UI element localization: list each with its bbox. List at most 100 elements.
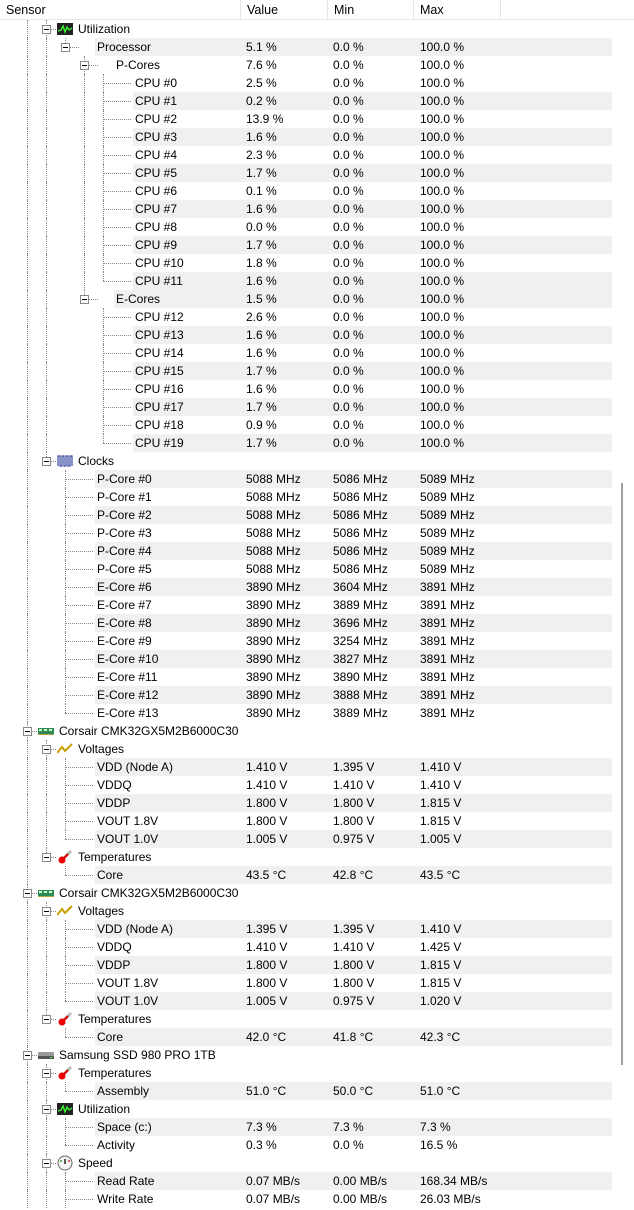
collapse-toggle[interactable]: [42, 907, 51, 916]
sensor-row[interactable]: VDDQ 1.410 V 1.410 V 1.410 V: [0, 776, 612, 794]
sensor-row[interactable]: CPU #14 1.6 % 0.0 % 100.0 %: [0, 344, 612, 362]
sensor-row[interactable]: P-Core #5 5088 MHz 5086 MHz 5089 MHz: [0, 560, 612, 578]
collapse-toggle[interactable]: [42, 853, 51, 862]
tree-group-row[interactable]: Temperatures: [0, 848, 612, 866]
collapse-toggle[interactable]: [42, 1159, 51, 1168]
sensor-row[interactable]: Core 42.0 °C 41.8 °C 42.3 °C: [0, 1028, 612, 1046]
sensor-row[interactable]: CPU #1 0.2 % 0.0 % 100.0 %: [0, 92, 612, 110]
sensor-row[interactable]: VOUT 1.8V 1.800 V 1.800 V 1.815 V: [0, 974, 612, 992]
sensor-row[interactable]: P-Core #3 5088 MHz 5086 MHz 5089 MHz: [0, 524, 612, 542]
column-min[interactable]: Min: [328, 0, 414, 20]
sensor-row[interactable]: CPU #18 0.9 % 0.0 % 100.0 %: [0, 416, 612, 434]
vertical-scrollbar[interactable]: [612, 20, 634, 1210]
sensor-row[interactable]: CPU #10 1.8 % 0.0 % 100.0 %: [0, 254, 612, 272]
sensor-row[interactable]: CPU #16 1.6 % 0.0 % 100.0 %: [0, 380, 612, 398]
sensor-row[interactable]: P-Core #4 5088 MHz 5086 MHz 5089 MHz: [0, 542, 612, 560]
collapse-toggle[interactable]: [80, 61, 89, 70]
sensor-row[interactable]: CPU #6 0.1 % 0.0 % 100.0 %: [0, 182, 612, 200]
sensor-row[interactable]: Read Rate 0.07 MB/s 0.00 MB/s 168.34 MB/s: [0, 1172, 612, 1190]
sensor-row[interactable]: Write Rate 0.07 MB/s 0.00 MB/s 26.03 MB/s: [0, 1190, 612, 1208]
sensor-row[interactable]: P-Core #0 5088 MHz 5086 MHz 5089 MHz: [0, 470, 612, 488]
min-cell: 0.0 %: [333, 58, 364, 72]
sensor-row[interactable]: CPU #19 1.7 % 0.0 % 100.0 %: [0, 434, 612, 452]
collapse-toggle[interactable]: [42, 1105, 51, 1114]
collapse-toggle[interactable]: [23, 889, 32, 898]
collapse-toggle[interactable]: [42, 1015, 51, 1024]
tree-group-row[interactable]: Voltages: [0, 902, 612, 920]
tree-group-row[interactable]: Speed: [0, 1154, 612, 1172]
sensor-row[interactable]: CPU #11 1.6 % 0.0 % 100.0 %: [0, 272, 612, 290]
value-cell: 3890 MHz: [246, 580, 301, 594]
tree-group-row[interactable]: Utilization: [0, 1100, 612, 1118]
sensor-row[interactable]: VDD (Node A) 1.410 V 1.395 V 1.410 V: [0, 758, 612, 776]
tree-line: [46, 38, 47, 56]
value-cell: 5.1 %: [246, 40, 277, 54]
sensor-row[interactable]: VOUT 1.0V 1.005 V 0.975 V 1.020 V: [0, 992, 612, 1010]
sensor-row[interactable]: E-Core #7 3890 MHz 3889 MHz 3891 MHz: [0, 596, 612, 614]
sensor-label: CPU #16: [135, 382, 184, 396]
sensor-row[interactable]: CPU #7 1.6 % 0.0 % 100.0 %: [0, 200, 612, 218]
sensor-row[interactable]: E-Core #11 3890 MHz 3890 MHz 3891 MHz: [0, 668, 612, 686]
sensor-row[interactable]: Core 43.5 °C 42.8 °C 43.5 °C: [0, 866, 612, 884]
sensor-row[interactable]: CPU #8 0.0 % 0.0 % 100.0 %: [0, 218, 612, 236]
sensor-row[interactable]: E-Core #12 3890 MHz 3888 MHz 3891 MHz: [0, 686, 612, 704]
collapse-toggle[interactable]: [61, 43, 70, 52]
sensor-row[interactable]: VOUT 1.0V 1.005 V 0.975 V 1.005 V: [0, 830, 612, 848]
tree-group-row[interactable]: E-Cores 1.5 % 0.0 % 100.0 %: [0, 290, 612, 308]
sensor-row[interactable]: E-Core #13 3890 MHz 3889 MHz 3891 MHz: [0, 704, 612, 722]
sensor-row[interactable]: CPU #5 1.7 % 0.0 % 100.0 %: [0, 164, 612, 182]
sensor-row[interactable]: VDD (Node A) 1.395 V 1.395 V 1.410 V: [0, 920, 612, 938]
sensor-row[interactable]: VDDP 1.800 V 1.800 V 1.815 V: [0, 794, 612, 812]
max-cell: 5089 MHz: [420, 544, 475, 558]
sensor-row[interactable]: E-Core #6 3890 MHz 3604 MHz 3891 MHz: [0, 578, 612, 596]
column-max[interactable]: Max: [414, 0, 501, 20]
sensor-row[interactable]: VOUT 1.8V 1.800 V 1.800 V 1.815 V: [0, 812, 612, 830]
tree-group-row[interactable]: Voltages: [0, 740, 612, 758]
min-cell: 3889 MHz: [333, 706, 388, 720]
column-value[interactable]: Value: [241, 0, 328, 20]
sensor-row[interactable]: CPU #9 1.7 % 0.0 % 100.0 %: [0, 236, 612, 254]
tree-group-row[interactable]: Corsair CMK32GX5M2B6000C30: [0, 884, 612, 902]
collapse-toggle[interactable]: [42, 1069, 51, 1078]
collapse-toggle[interactable]: [42, 457, 51, 466]
sensor-row[interactable]: CPU #15 1.7 % 0.0 % 100.0 %: [0, 362, 612, 380]
collapse-toggle[interactable]: [80, 295, 89, 304]
tree-group-row[interactable]: P-Cores 7.6 % 0.0 % 100.0 %: [0, 56, 612, 74]
collapse-toggle[interactable]: [42, 745, 51, 754]
sensor-label: CPU #10: [135, 256, 184, 270]
column-sensor[interactable]: Sensor: [0, 0, 241, 20]
tree-connector: [65, 659, 93, 660]
sensor-label: E-Core #11: [97, 670, 158, 684]
sensor-row[interactable]: E-Core #10 3890 MHz 3827 MHz 3891 MHz: [0, 650, 612, 668]
sensor-row[interactable]: Activity 0.3 % 0.0 % 16.5 %: [0, 1136, 612, 1154]
sensor-row[interactable]: P-Core #2 5088 MHz 5086 MHz 5089 MHz: [0, 506, 612, 524]
sensor-row[interactable]: VDDQ 1.410 V 1.410 V 1.425 V: [0, 938, 612, 956]
sensor-row[interactable]: E-Core #8 3890 MHz 3696 MHz 3891 MHz: [0, 614, 612, 632]
sensor-row[interactable]: CPU #2 13.9 % 0.0 % 100.0 %: [0, 110, 612, 128]
sensor-row[interactable]: Space (c:) 7.3 % 7.3 % 7.3 %: [0, 1118, 612, 1136]
tree-group-row[interactable]: Samsung SSD 980 PRO 1TB: [0, 1046, 612, 1064]
sensor-row[interactable]: CPU #13 1.6 % 0.0 % 100.0 %: [0, 326, 612, 344]
max-cell: 100.0 %: [420, 220, 465, 234]
max-cell: 1.815 V: [420, 814, 462, 828]
tree-group-row[interactable]: Utilization: [0, 20, 612, 38]
sensor-row[interactable]: CPU #12 2.6 % 0.0 % 100.0 %: [0, 308, 612, 326]
collapse-toggle[interactable]: [23, 1051, 32, 1060]
tree-group-row[interactable]: Clocks: [0, 452, 612, 470]
tree-line: [46, 236, 47, 254]
sensor-row[interactable]: CPU #0 2.5 % 0.0 % 100.0 %: [0, 74, 612, 92]
sensor-row[interactable]: P-Core #1 5088 MHz 5086 MHz 5089 MHz: [0, 488, 612, 506]
sensor-row[interactable]: CPU #4 2.3 % 0.0 % 100.0 %: [0, 146, 612, 164]
sensor-row[interactable]: E-Core #9 3890 MHz 3254 MHz 3891 MHz: [0, 632, 612, 650]
tree-group-row[interactable]: Temperatures: [0, 1064, 612, 1082]
sensor-row[interactable]: CPU #17 1.7 % 0.0 % 100.0 %: [0, 398, 612, 416]
collapse-toggle[interactable]: [42, 25, 51, 34]
tree-group-row[interactable]: Processor 5.1 % 0.0 % 100.0 %: [0, 38, 612, 56]
tree-group-row[interactable]: Temperatures: [0, 1010, 612, 1028]
tree-group-row[interactable]: Corsair CMK32GX5M2B6000C30: [0, 722, 612, 740]
scrollbar-thumb[interactable]: [621, 483, 623, 1065]
sensor-row[interactable]: VDDP 1.800 V 1.800 V 1.815 V: [0, 956, 612, 974]
sensor-row[interactable]: Assembly 51.0 °C 50.0 °C 51.0 °C: [0, 1082, 612, 1100]
sensor-row[interactable]: CPU #3 1.6 % 0.0 % 100.0 %: [0, 128, 612, 146]
collapse-toggle[interactable]: [23, 727, 32, 736]
